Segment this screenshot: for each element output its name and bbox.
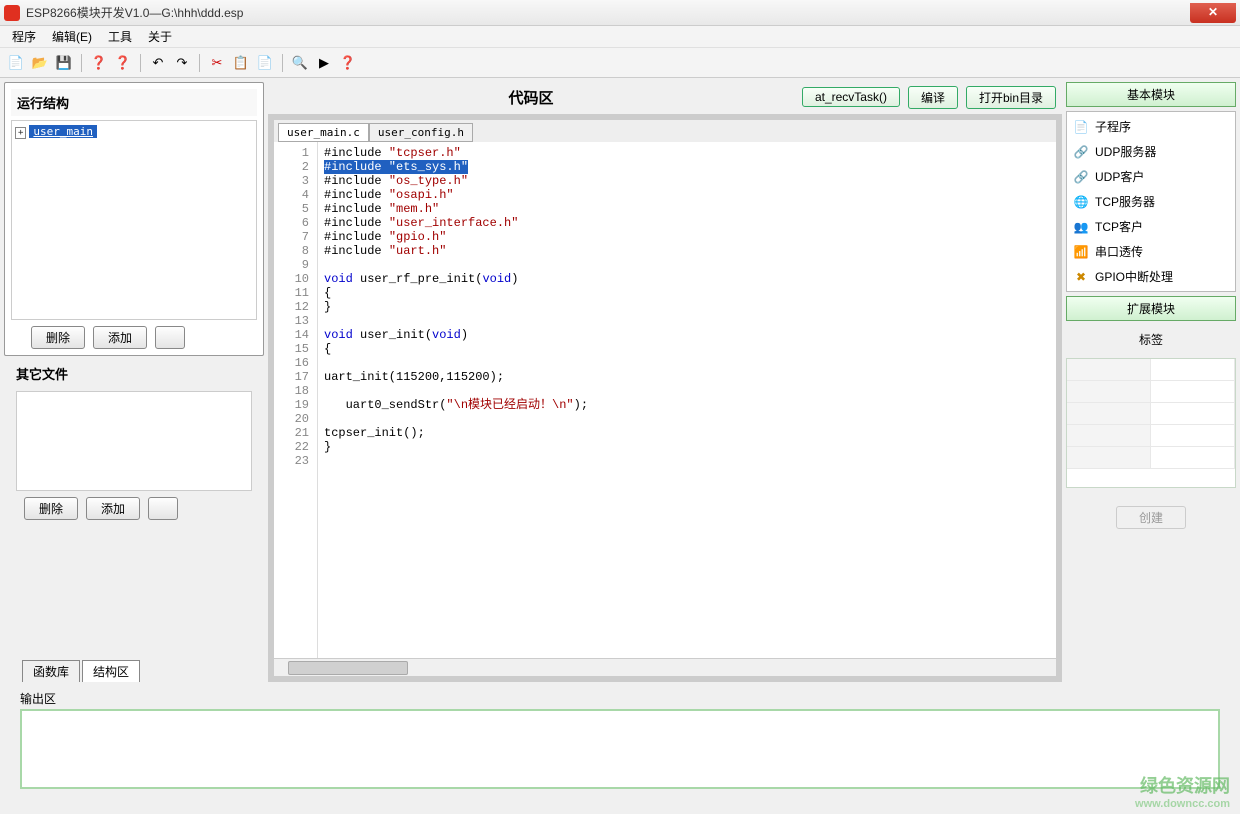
module-icon: 🔗 <box>1073 169 1089 185</box>
extra-button[interactable] <box>155 326 185 349</box>
toolbar: 📄 📂 💾 ❓ ❓ ↶ ↷ ✂ 📋 📄 🔍 ▶ ❓ <box>0 48 1240 78</box>
tab-user-config[interactable]: user_config.h <box>369 123 473 142</box>
new-file-icon[interactable]: 📄 <box>6 53 26 73</box>
menu-about[interactable]: 关于 <box>142 26 178 47</box>
output-label: 输出区 <box>20 688 1220 709</box>
module-item[interactable]: 🔗 UDP服务器 <box>1069 139 1233 164</box>
paste-icon[interactable]: 📄 <box>255 53 275 73</box>
tab-user-main[interactable]: user_main.c <box>278 123 369 142</box>
module-label: 子程序 <box>1095 118 1131 135</box>
module-item[interactable]: 👥 TCP客户 <box>1069 214 1233 239</box>
output-box[interactable] <box>20 709 1220 789</box>
code-frame: user_main.c user_config.h 12345678910111… <box>268 114 1062 682</box>
module-icon: ✖ <box>1073 269 1089 285</box>
ext-modules-header: 扩展模块 <box>1066 296 1236 321</box>
run-structure-panel: 运行结构 +user_main 删除 添加 <box>4 82 264 356</box>
create-button[interactable]: 创建 <box>1116 506 1186 529</box>
basic-modules-header: 基本模块 <box>1066 82 1236 107</box>
separator <box>81 54 82 72</box>
expand-icon[interactable]: + <box>15 127 26 139</box>
app-icon <box>4 5 20 21</box>
menu-edit[interactable]: 编辑(E) <box>46 26 98 47</box>
module-item[interactable]: 📶 串口透传 <box>1069 239 1233 264</box>
separator <box>282 54 283 72</box>
at-recvtask-button[interactable]: at_recvTask() <box>802 87 900 107</box>
find-icon[interactable]: 🔍 <box>290 53 310 73</box>
structure-tree[interactable]: +user_main <box>11 120 257 320</box>
scroll-thumb[interactable] <box>288 661 408 675</box>
module-icon: 🌐 <box>1073 194 1089 210</box>
other-files-box[interactable] <box>16 391 252 491</box>
code-area-title: 代码区 <box>268 87 794 108</box>
code-content[interactable]: #include "tcpser.h"#include "ets_sys.h"#… <box>318 142 1056 658</box>
label-header: 标签 <box>1066 325 1236 354</box>
close-button[interactable]: ✕ <box>1190 3 1236 23</box>
module-icon: 🔗 <box>1073 144 1089 160</box>
watermark-url: www.downcc.com <box>1135 798 1230 810</box>
module-label: GPIO中断处理 <box>1095 268 1173 285</box>
tab-function-lib[interactable]: 函数库 <box>22 660 80 682</box>
window-title: ESP8266模块开发V1.0—G:\hhh\ddd.esp <box>26 4 1190 21</box>
help-icon[interactable]: ❓ <box>89 53 109 73</box>
module-item[interactable]: ✖ GPIO中断处理 <box>1069 264 1233 289</box>
basic-modules-list: 📄 子程序 🔗 UDP服务器 🔗 UDP客户 🌐 TCP服务器 👥 TCP客户 📶 串口透传 ✖ GPIO… <box>1066 111 1236 292</box>
open-bin-button[interactable]: 打开bin目录 <box>966 86 1056 109</box>
separator <box>199 54 200 72</box>
cut-icon[interactable]: ✂ <box>207 53 227 73</box>
left-tabs: 函数库 结构区 <box>4 660 264 682</box>
tab-structure[interactable]: 结构区 <box>82 660 140 682</box>
menu-program[interactable]: 程序 <box>6 26 42 47</box>
menu-tool[interactable]: 工具 <box>102 26 138 47</box>
module-label: UDP客户 <box>1095 168 1144 185</box>
module-icon: 📶 <box>1073 244 1089 260</box>
code-editor[interactable]: 1234567891011121314151617181920212223 #i… <box>274 142 1056 658</box>
run-icon[interactable]: ▶ <box>314 53 334 73</box>
separator <box>140 54 141 72</box>
compile-button[interactable]: 编译 <box>908 86 958 109</box>
module-label: TCP客户 <box>1095 218 1143 235</box>
delete-button[interactable]: 删除 <box>31 326 85 349</box>
label-grid[interactable] <box>1066 358 1236 488</box>
module-icon: 📄 <box>1073 119 1089 135</box>
module-icon: 👥 <box>1073 219 1089 235</box>
help3-icon[interactable]: ❓ <box>338 53 358 73</box>
module-label: UDP服务器 <box>1095 143 1156 160</box>
copy-icon[interactable]: 📋 <box>231 53 251 73</box>
add-button[interactable]: 添加 <box>93 326 147 349</box>
extra-other-button[interactable] <box>148 497 178 520</box>
module-item[interactable]: 📄 子程序 <box>1069 114 1233 139</box>
other-files-title: 其它文件 <box>4 360 264 387</box>
run-structure-title: 运行结构 <box>11 89 257 116</box>
menu-bar: 程序 编辑(E) 工具 关于 <box>0 26 1240 48</box>
line-gutter: 1234567891011121314151617181920212223 <box>274 142 318 658</box>
editor-tabs: user_main.c user_config.h <box>274 120 1056 142</box>
module-label: 串口透传 <box>1095 243 1143 260</box>
module-item[interactable]: 🌐 TCP服务器 <box>1069 189 1233 214</box>
output-area: 输出区 <box>0 686 1240 793</box>
title-bar: ESP8266模块开发V1.0—G:\hhh\ddd.esp ✕ <box>0 0 1240 26</box>
horizontal-scrollbar[interactable] <box>274 658 1056 676</box>
delete-other-button[interactable]: 删除 <box>24 497 78 520</box>
other-files-panel: 其它文件 删除 添加 <box>4 360 264 520</box>
module-label: TCP服务器 <box>1095 193 1155 210</box>
save-file-icon[interactable]: 💾 <box>54 53 74 73</box>
help2-icon[interactable]: ❓ <box>113 53 133 73</box>
redo-icon[interactable]: ↷ <box>172 53 192 73</box>
add-other-button[interactable]: 添加 <box>86 497 140 520</box>
open-file-icon[interactable]: 📂 <box>30 53 50 73</box>
tree-item-user-main[interactable]: user_main <box>29 125 97 138</box>
undo-icon[interactable]: ↶ <box>148 53 168 73</box>
module-item[interactable]: 🔗 UDP客户 <box>1069 164 1233 189</box>
